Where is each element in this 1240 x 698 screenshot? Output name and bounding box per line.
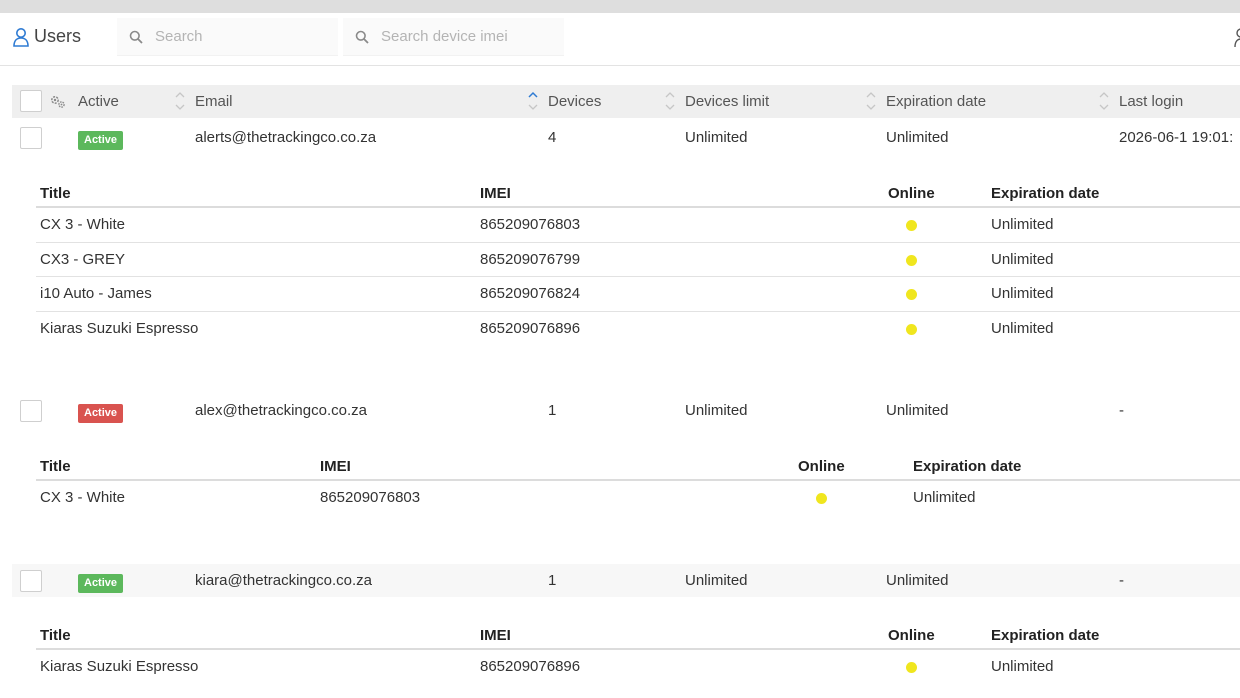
user-last-login: 2026-06-1 19:01: [1119,129,1234,146]
user-icon [13,27,29,47]
device-subtable-header: Title IMEI Online Expiration date [36,180,1240,208]
column-header-email[interactable]: Email [195,93,233,110]
sort-asc-icon[interactable] [527,88,539,114]
status-badge: Active [78,404,124,423]
row-checkbox[interactable] [20,127,42,149]
device-expiration: Unlimited [991,285,1054,302]
imei-search-field[interactable] [343,18,564,56]
users-nav-link[interactable]: Users [12,26,81,47]
account-icon[interactable] [1232,25,1240,49]
user-devices-limit: Unlimited [685,402,748,419]
device-imei: 865209076896 [480,658,581,675]
device-col-online: Online [888,627,935,644]
device-subtable: Title IMEI Online Expiration date CX 3 -… [36,180,1240,346]
row-checkbox[interactable] [20,570,42,592]
app-header: Users [0,13,1240,66]
sort-icon[interactable] [865,88,877,114]
online-status-dot [816,493,827,504]
settings-gears-icon[interactable] [49,94,66,109]
device-col-imei: IMEI [480,627,511,644]
device-row[interactable]: i10 Auto - James 865209076824 Unlimited [36,277,1240,312]
user-expiration: Unlimited [886,402,949,419]
user-devices-limit: Unlimited [685,129,748,146]
device-expiration: Unlimited [991,250,1054,268]
device-col-title: Title [40,627,71,644]
column-header-expiration[interactable]: Expiration date [886,93,986,110]
device-imei: 865209076824 [480,285,581,302]
search-input[interactable] [155,28,325,45]
device-imei: 865209076896 [480,319,581,337]
search-icon [129,30,143,44]
users-table-header: Active Email Devices Devices limit Expir… [12,85,1240,118]
select-all-checkbox[interactable] [20,90,42,112]
device-title: CX 3 - White [40,489,126,506]
device-row[interactable]: CX3 - GREY 865209076799 Unlimited [36,243,1240,277]
device-expiration: Unlimited [991,216,1054,233]
device-row[interactable]: Kiaras Suzuki Espresso 865209076896 Unli… [36,650,1240,685]
online-status-dot [906,323,917,335]
sort-icon[interactable] [664,88,676,114]
user-expiration: Unlimited [886,572,949,589]
device-subtable-header: Title IMEI Online Expiration date [36,622,1240,650]
device-subtable: Title IMEI Online Expiration date CX 3 -… [36,453,1240,516]
online-status-dot [906,220,917,231]
user-last-login: - [1119,572,1124,589]
page-title: Users [34,26,82,46]
user-last-login: - [1119,402,1124,419]
device-expiration: Unlimited [991,658,1054,675]
sort-icon[interactable] [174,88,186,114]
device-imei: 865209076799 [480,250,581,268]
device-row[interactable]: Kiaras Suzuki Espresso 865209076896 Unli… [36,312,1240,347]
user-devices-limit: Unlimited [685,572,748,589]
user-row[interactable]: Active alex@thetrackingco.co.za 1 Unlimi… [12,394,1240,427]
online-status-dot [906,662,917,673]
device-imei: 865209076803 [320,489,421,506]
device-col-online: Online [798,458,845,475]
online-status-dot [906,254,917,266]
device-title: CX 3 - White [40,216,126,233]
device-col-title: Title [40,458,71,475]
device-row[interactable]: CX 3 - White 865209076803 Unlimited [36,481,1240,516]
user-row[interactable]: Active kiara@thetrackingco.co.za 1 Unlim… [12,564,1240,597]
device-title: Kiaras Suzuki Espresso [40,658,199,675]
user-devices-count: 1 [548,402,557,419]
user-email[interactable]: alerts@thetrackingco.co.za [195,129,376,146]
device-col-online: Online [888,185,935,202]
device-col-imei: IMEI [320,458,351,475]
column-header-devices[interactable]: Devices [548,93,601,110]
user-email[interactable]: alex@thetrackingco.co.za [195,402,367,419]
device-title: CX3 - GREY [40,250,126,268]
column-header-last-login[interactable]: Last login [1119,93,1183,110]
column-header-active[interactable]: Active [78,93,119,110]
imei-search-input[interactable] [381,28,551,45]
device-expiration: Unlimited [913,489,976,506]
device-col-expiration: Expiration date [991,627,1100,644]
device-title: Kiaras Suzuki Espresso [40,319,199,337]
device-col-expiration: Expiration date [991,185,1100,202]
status-badge: Active [78,574,124,593]
column-header-devices-limit[interactable]: Devices limit [685,93,769,110]
sort-icon[interactable] [1098,88,1110,114]
device-subtable-header: Title IMEI Online Expiration date [36,453,1240,481]
device-col-title: Title [40,185,71,202]
row-checkbox[interactable] [20,400,42,422]
search-icon [355,30,369,44]
status-badge: Active [78,131,124,150]
device-subtable: Title IMEI Online Expiration date Kiaras… [36,622,1240,685]
device-imei: 865209076803 [480,216,581,233]
user-email[interactable]: kiara@thetrackingco.co.za [195,572,372,589]
user-expiration: Unlimited [886,129,949,146]
user-row[interactable]: Active alerts@thetrackingco.co.za 4 Unli… [12,121,1240,154]
user-devices-count: 4 [548,129,557,146]
device-expiration: Unlimited [991,319,1054,337]
search-field[interactable] [117,18,338,56]
device-col-imei: IMEI [480,185,511,202]
device-row[interactable]: CX 3 - White 865209076803 Unlimited [36,208,1240,243]
device-title: i10 Auto - James [40,285,152,302]
user-devices-count: 1 [548,572,557,589]
online-status-dot [906,289,917,300]
window-top-strip [0,0,1240,13]
device-col-expiration: Expiration date [913,458,1022,475]
